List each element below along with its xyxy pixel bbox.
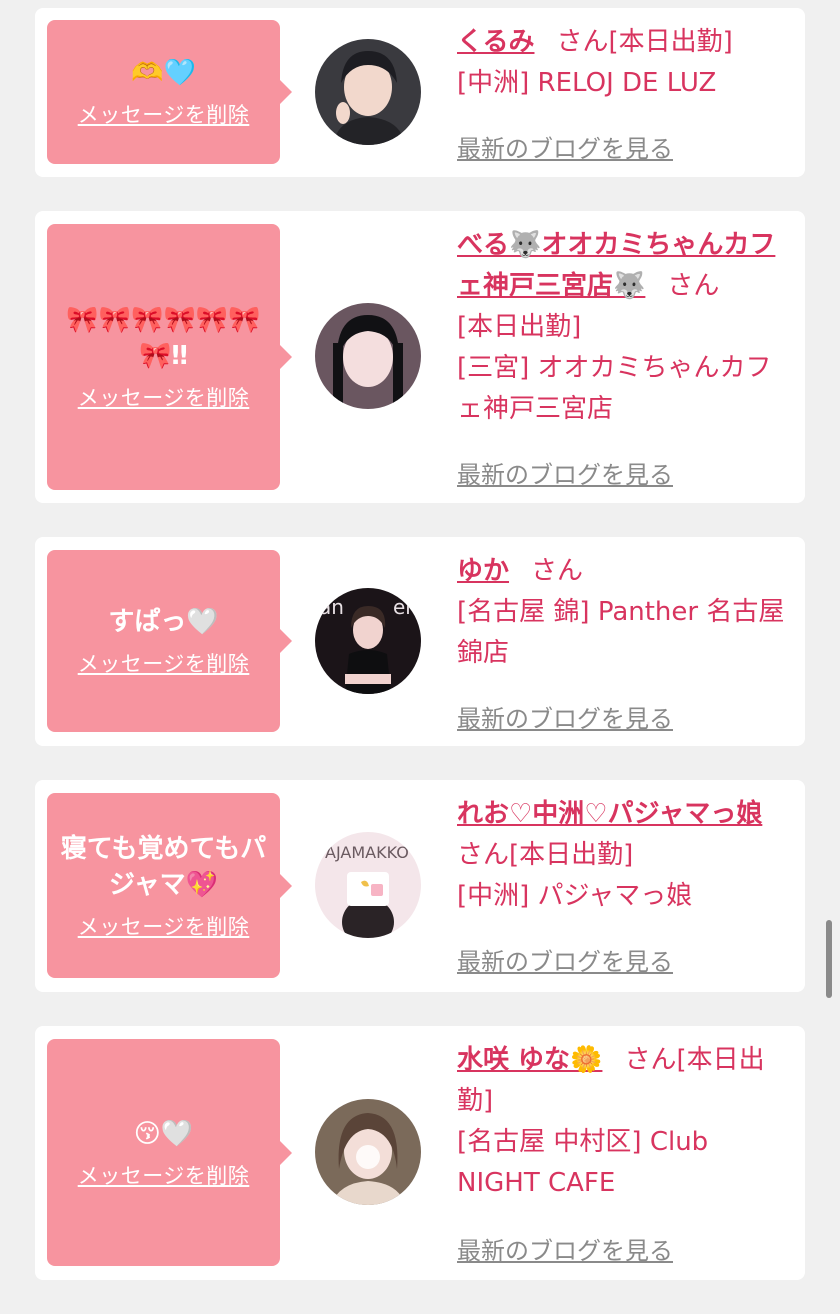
message-bubble: 🎀🎀🎀🎀🎀🎀🎀‼ メッセージを削除 — [47, 224, 292, 490]
profile-info: くるみ さん[本日出勤] [中洲] RELOJ DE LUZ — [457, 22, 792, 104]
message-card: すぱっ🤍 メッセージを削除 an er ゆか さん [名古屋 錦] Panther… — [35, 537, 805, 746]
profile-name-link[interactable]: くるみ — [457, 27, 534, 57]
svg-text:AJAMAKKO: AJAMAKKO — [325, 843, 409, 862]
shop-text: [名古屋 錦] Panther 名古屋錦店 — [457, 597, 785, 668]
delete-message-link[interactable]: メッセージを削除 — [78, 382, 250, 412]
honorific: さん — [531, 556, 584, 586]
shop-text: [中洲] パジャマっ娘 — [457, 881, 693, 911]
message-card: 寝ても覚めてもパジャマ💖 メッセージを削除 AJAMAKKO れお♡中洲♡パジャ… — [35, 780, 805, 992]
honorific: さん — [457, 840, 510, 870]
latest-blog-link[interactable]: 最新のブログを見る — [457, 455, 673, 490]
shop-text: [三宮] オオカミちゃんカフェ神戸三宮店 — [457, 353, 772, 424]
message-bubble: すぱっ🤍 メッセージを削除 — [47, 550, 292, 732]
delete-message-link[interactable]: メッセージを削除 — [78, 1160, 250, 1190]
message-card: 🫶🩵 メッセージを削除 くるみ さん[本日出勤] [中洲] RELOJ DE LU… — [35, 8, 805, 177]
message-text: すぱっ🤍 — [108, 607, 219, 637]
status-text: [本日出勤] — [608, 27, 733, 57]
honorific: さん — [556, 27, 609, 57]
profile-info: べる🐺オオカミちゃんカフェ神戸三宮店🐺 さん [本日出勤] [三宮] オオカミちゃ… — [457, 225, 792, 430]
delete-message-link[interactable]: メッセージを削除 — [78, 99, 250, 129]
message-list: 🫶🩵 メッセージを削除 くるみ さん[本日出勤] [中洲] RELOJ DE LU… — [35, 8, 805, 1314]
avatar[interactable] — [315, 1099, 421, 1205]
svg-text:er: er — [393, 595, 414, 619]
profile-info: れお♡中洲♡パジャマっ娘 さん[本日出勤] [中洲] パジャマっ娘 — [457, 794, 792, 917]
honorific: さん — [667, 271, 720, 301]
message-text: 🫶🩵 — [131, 58, 196, 88]
shop-text: [中洲] RELOJ DE LUZ — [457, 68, 717, 98]
profile-info: ゆか さん [名古屋 錦] Panther 名古屋錦店 — [457, 551, 792, 674]
message-card: 😚🤍 メッセージを削除 水咲 ゆな🌼 さん[本日出勤] [名古屋 中村区] Clu… — [35, 1026, 805, 1280]
shop-text: [名古屋 中村区] Club NIGHT CAFE — [457, 1127, 709, 1198]
avatar[interactable]: AJAMAKKO — [315, 832, 421, 938]
latest-blog-link[interactable]: 最新のブログを見る — [457, 699, 673, 734]
message-bubble: 寝ても覚めてもパジャマ💖 メッセージを削除 — [47, 793, 292, 978]
status-text: [本日出勤] — [457, 312, 582, 342]
delete-message-link[interactable]: メッセージを削除 — [78, 911, 250, 941]
latest-blog-link[interactable]: 最新のブログを見る — [457, 942, 673, 977]
latest-blog-link[interactable]: 最新のブログを見る — [457, 1231, 673, 1266]
message-text: 寝ても覚めてもパジャマ💖 — [60, 833, 267, 900]
profile-name-link[interactable]: れお♡中洲♡パジャマっ娘 — [457, 799, 762, 829]
latest-blog-link[interactable]: 最新のブログを見る — [457, 129, 673, 164]
svg-text:an: an — [319, 595, 344, 619]
avatar[interactable] — [315, 39, 421, 145]
avatar[interactable] — [315, 303, 421, 409]
profile-name-link[interactable]: 水咲 ゆな🌼 — [457, 1045, 602, 1075]
avatar[interactable]: an er — [315, 588, 421, 694]
message-card: 🎀🎀🎀🎀🎀🎀🎀‼ メッセージを削除 べる🐺オオカミちゃんカフェ神戸三宮店🐺 さん … — [35, 211, 805, 503]
scrollbar[interactable] — [826, 920, 832, 998]
message-text: 😚🤍 — [133, 1118, 194, 1149]
message-bubble: 😚🤍 メッセージを削除 — [47, 1039, 292, 1266]
honorific: さん — [624, 1045, 677, 1075]
message-bubble: 🫶🩵 メッセージを削除 — [47, 20, 292, 164]
profile-name-link[interactable]: べる🐺オオカミちゃんカフェ神戸三宮店🐺 — [457, 230, 775, 301]
profile-info: 水咲 ゆな🌼 さん[本日出勤] [名古屋 中村区] Club NIGHT CAFE — [457, 1040, 792, 1204]
status-text: [本日出勤] — [509, 840, 634, 870]
delete-message-link[interactable]: メッセージを削除 — [78, 648, 250, 678]
profile-name-link[interactable]: ゆか — [457, 556, 509, 586]
message-text: 🎀🎀🎀🎀🎀🎀🎀‼ — [66, 305, 261, 371]
